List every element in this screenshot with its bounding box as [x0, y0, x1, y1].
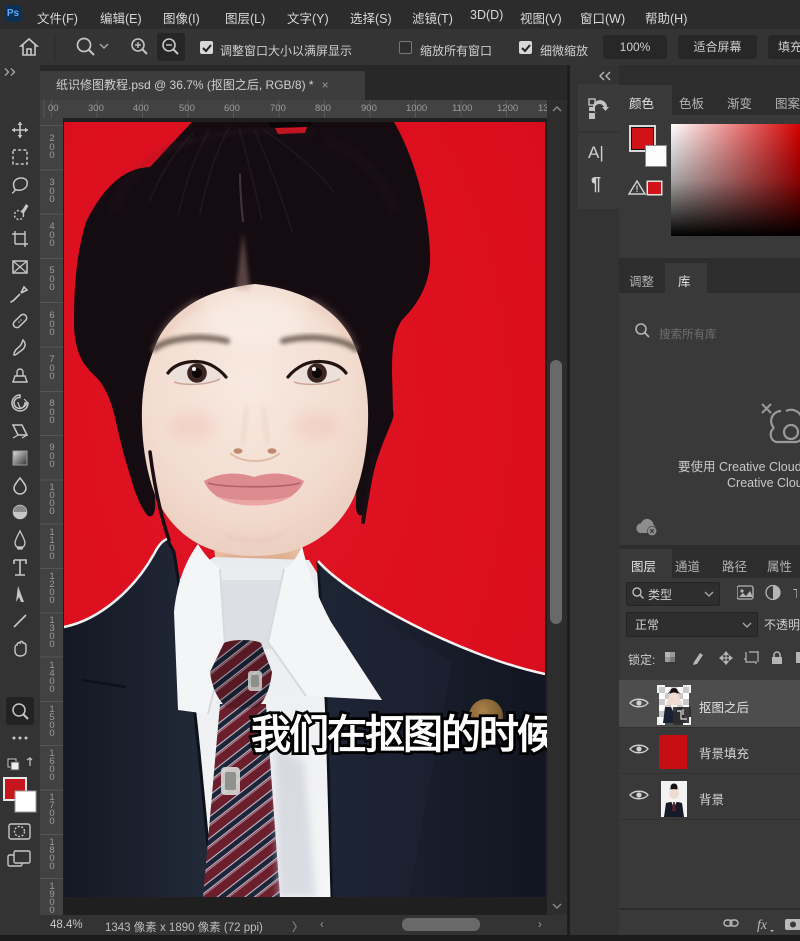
svg-text:!: ! [636, 184, 639, 194]
svg-text:我们在抠图的时候: 我们在抠图的时候 [251, 713, 557, 757]
svg-text:T: T [793, 586, 797, 601]
svg-text:fx: fx [757, 918, 768, 933]
